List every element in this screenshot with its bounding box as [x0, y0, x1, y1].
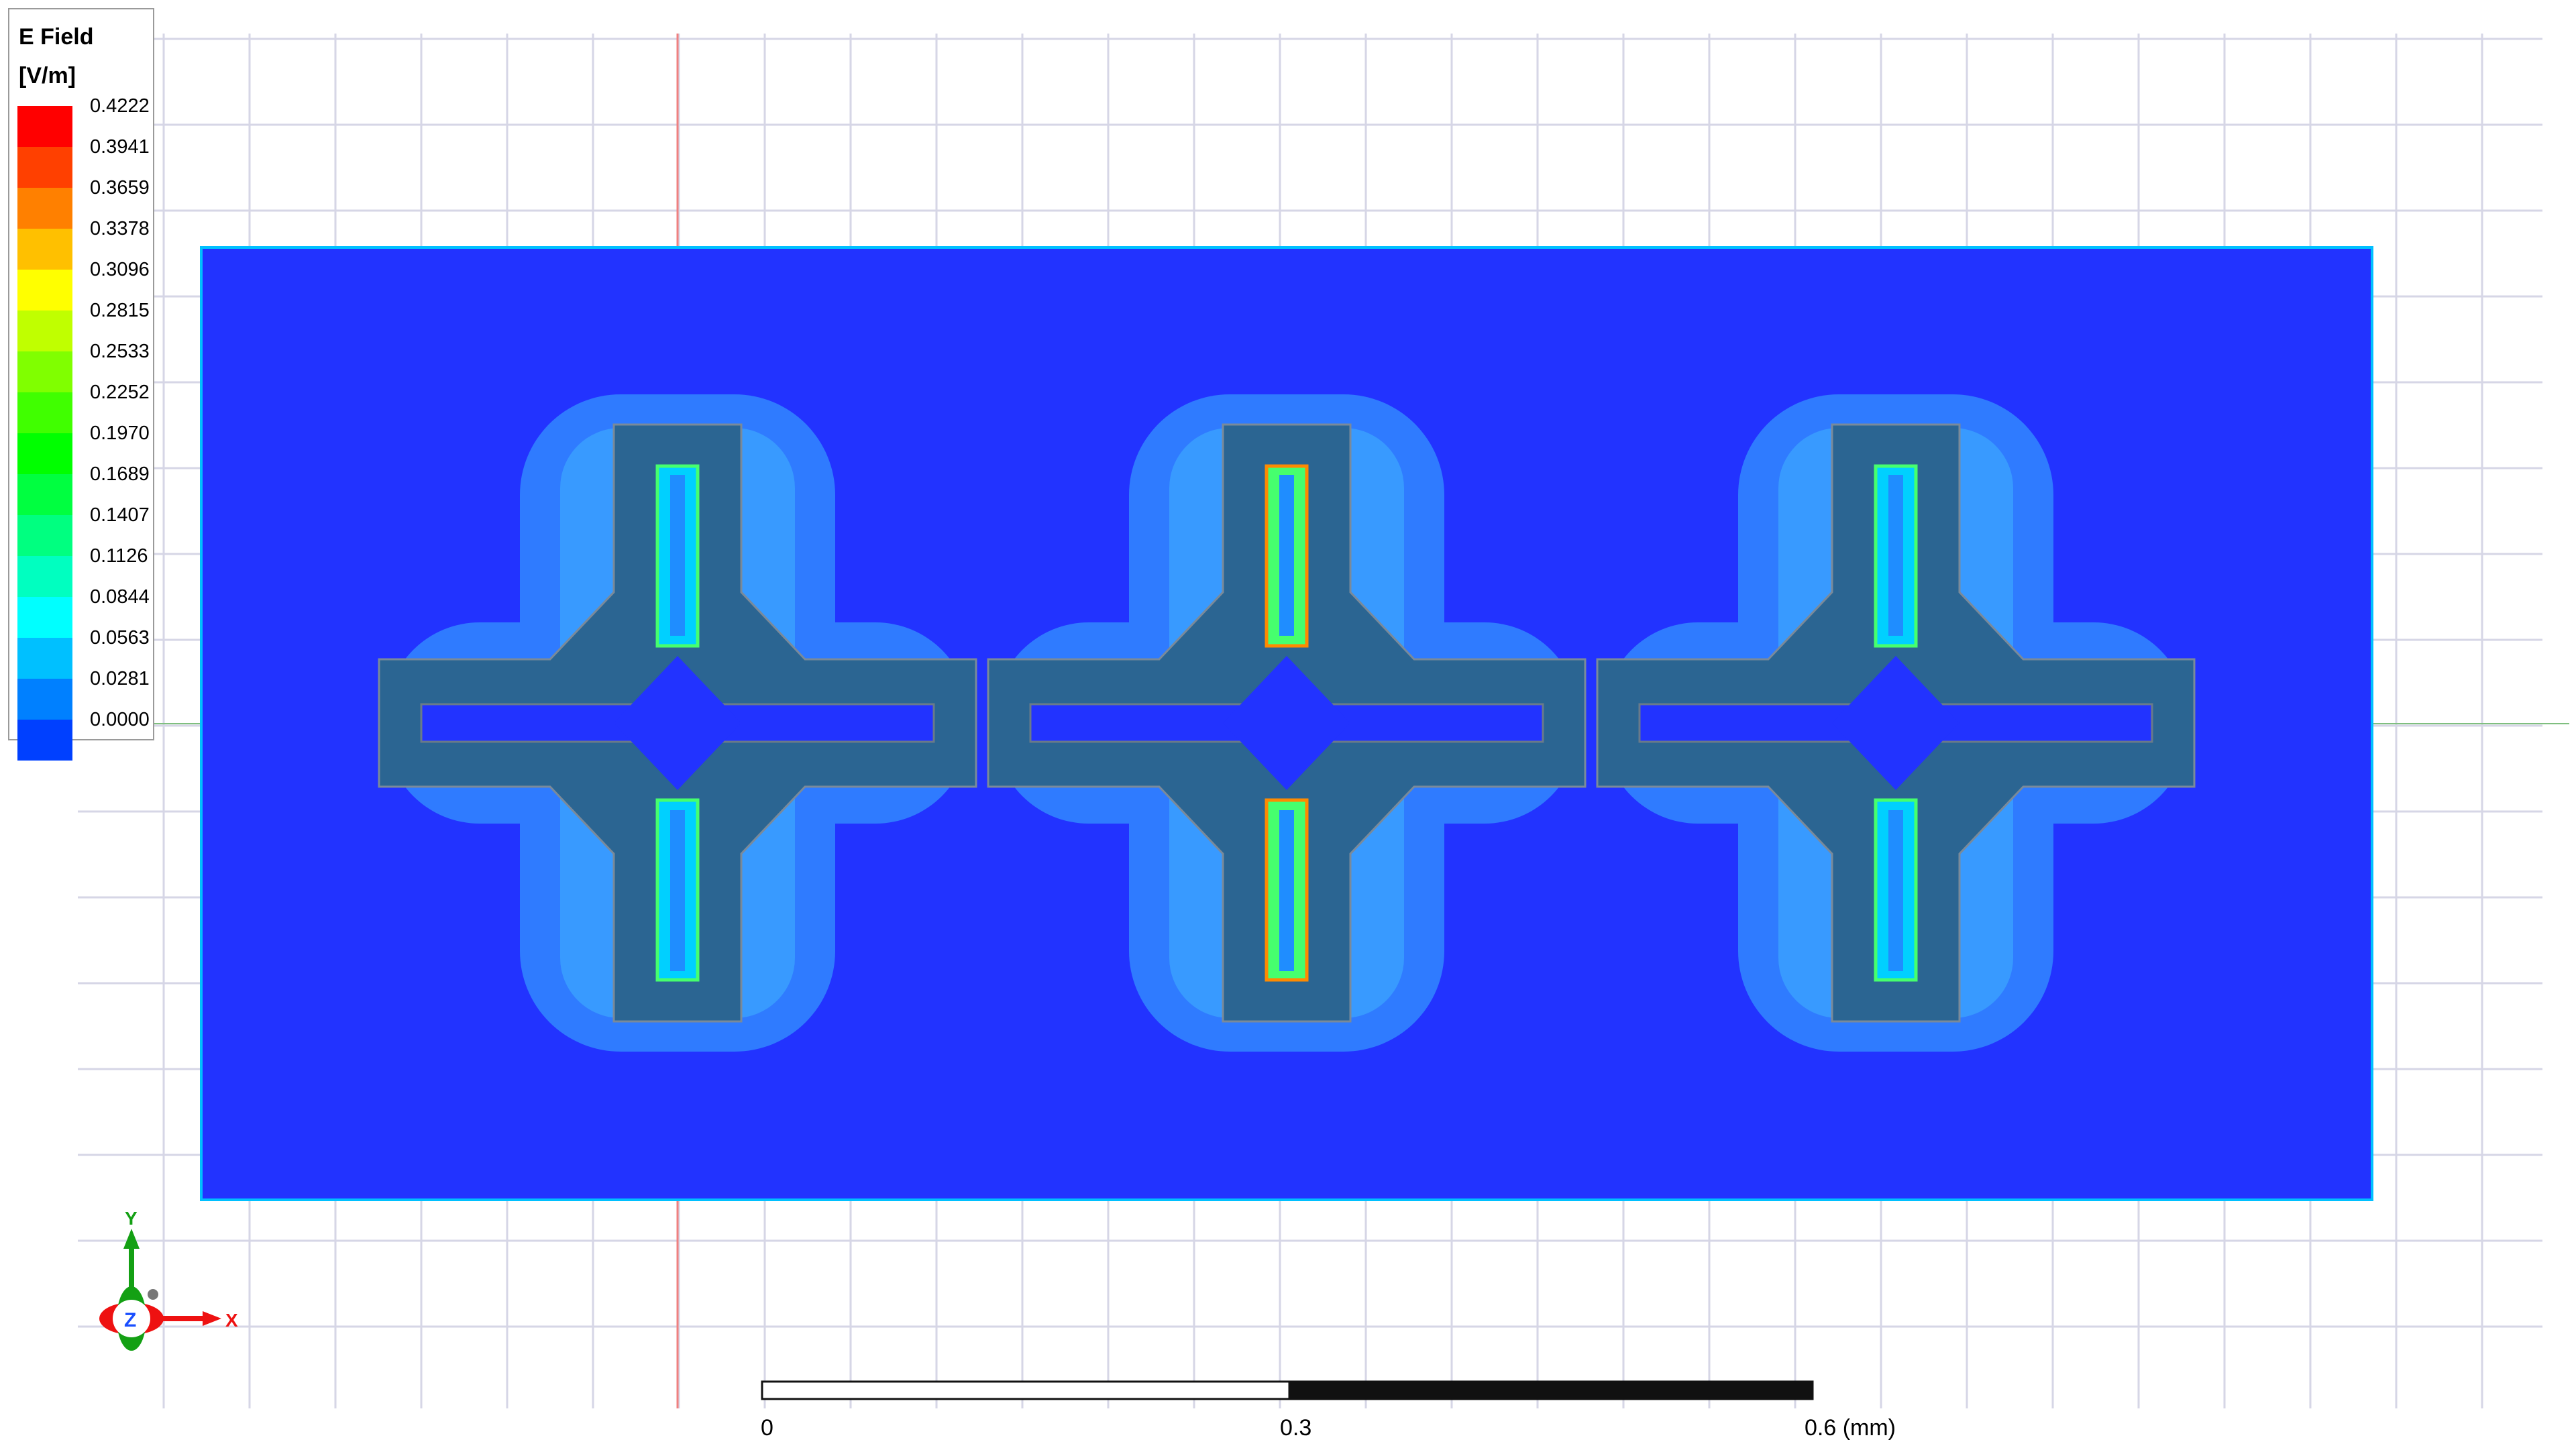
slot-core	[1279, 475, 1294, 636]
scale-bar-white	[761, 1380, 1291, 1400]
y-axis-label: Y	[125, 1208, 138, 1229]
legend-swatch	[17, 270, 72, 311]
legend-tick-label: 0.3378	[90, 218, 150, 239]
legend-swatch	[17, 147, 72, 188]
z-axis-label: Z	[124, 1309, 136, 1331]
x-axis-label: X	[225, 1310, 238, 1331]
legend-tick-label: 0.2815	[90, 300, 150, 321]
field-plot-canvas	[78, 34, 2569, 1408]
legend-units: [V/m]	[19, 63, 76, 89]
scale-label-0-6: 0.6 (mm)	[1805, 1415, 1896, 1441]
legend-tick-label: 0.3941	[90, 136, 150, 158]
legend-swatch	[17, 597, 72, 638]
legend-color-scale: 0.4222 0.3941 0.3659 0.3378 0.3096 0.2815 0.25…	[17, 95, 152, 761]
legend-tick-label: 0.2533	[90, 341, 150, 362]
field-plot-viewport[interactable]	[0, 0, 2576, 1449]
legend-tick-label: 0.1970	[90, 423, 150, 444]
legend-swatch	[17, 351, 72, 392]
scale-bar-black	[1288, 1380, 1814, 1400]
scale-label-0-3: 0.3	[1280, 1415, 1312, 1441]
slot-core	[1888, 475, 1903, 636]
legend-swatch	[17, 229, 72, 270]
legend-swatch	[17, 106, 72, 147]
legend-tick-label: 0.1689	[90, 463, 150, 485]
axes-triad[interactable]: Y X Z	[87, 1207, 248, 1355]
legend-swatch	[17, 474, 72, 515]
legend-swatch	[17, 188, 72, 229]
slot-core	[1888, 810, 1903, 971]
scale-label-0: 0	[761, 1415, 773, 1441]
legend-title: E Field	[19, 24, 94, 50]
legend-tick-label: 0.1407	[90, 504, 150, 526]
legend-tick-label: 0.0281	[90, 668, 150, 689]
legend-swatch	[17, 556, 72, 597]
legend-tick-label: 0.0844	[90, 586, 150, 608]
legend-swatch	[17, 679, 72, 720]
slot-core	[1279, 810, 1294, 971]
slot-core	[670, 475, 685, 636]
slot-core	[670, 810, 685, 971]
legend-swatch	[17, 720, 72, 761]
legend-tick-label: 0.3659	[90, 177, 150, 199]
legend-tick-label: 0.2252	[90, 382, 150, 403]
legend-tick-label: 0.0000	[90, 709, 150, 730]
legend-swatch	[17, 433, 72, 474]
legend-swatch	[17, 515, 72, 556]
legend-swatch	[17, 392, 72, 433]
legend-swatch	[17, 311, 72, 351]
legend-swatch	[17, 638, 72, 679]
legend-tick-label: 0.0563	[90, 627, 150, 649]
legend-tick-label: 0.4222	[90, 95, 150, 117]
legend-tick-label: 0.1126	[90, 545, 148, 567]
color-legend[interactable]: E Field [V/m] 0.4222 0.3941 0.3659 0.3378 0.…	[8, 8, 154, 761]
legend-tick-label: 0.3096	[90, 259, 150, 280]
